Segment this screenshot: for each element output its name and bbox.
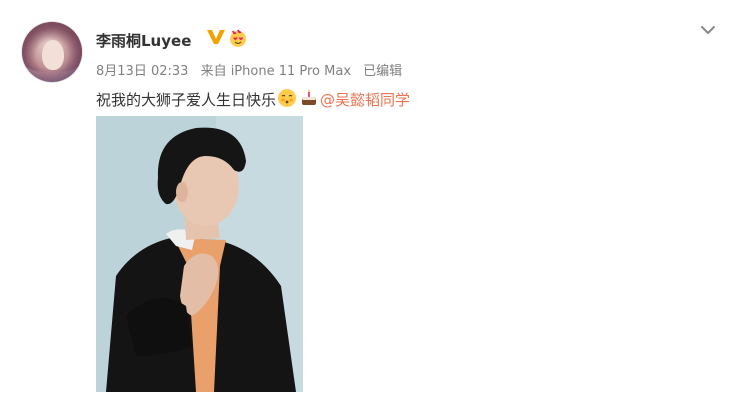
post-photo-illustration (96, 116, 303, 392)
post-body-text: 祝我的大狮子爱人生日快乐 (96, 91, 277, 109)
chevron-down-icon[interactable] (700, 24, 716, 36)
post-meta: 8月13日 02:33 来自 iPhone 11 Pro Max 已编辑 (96, 60, 410, 79)
post-image[interactable] (96, 116, 303, 392)
author-avatar[interactable] (22, 22, 82, 82)
shy-face-emoji (278, 89, 297, 107)
post-source: 来自 iPhone 11 Pro Max (200, 64, 352, 79)
mention-link[interactable]: @吴懿韬同学 (320, 91, 410, 109)
post-timestamp[interactable]: 8月13日 02:33 (96, 64, 188, 79)
vip-emoji-icon (230, 29, 246, 47)
author-name[interactable]: 李雨桐Luyee (96, 30, 191, 51)
edited-label[interactable]: 已编辑 (363, 64, 402, 79)
avatar-face (42, 40, 64, 70)
post-text: 祝我的大狮子爱人生日快乐 @吴懿韬同学 (96, 88, 410, 110)
cake-emoji (302, 89, 317, 105)
v-badge-icon (207, 30, 225, 44)
